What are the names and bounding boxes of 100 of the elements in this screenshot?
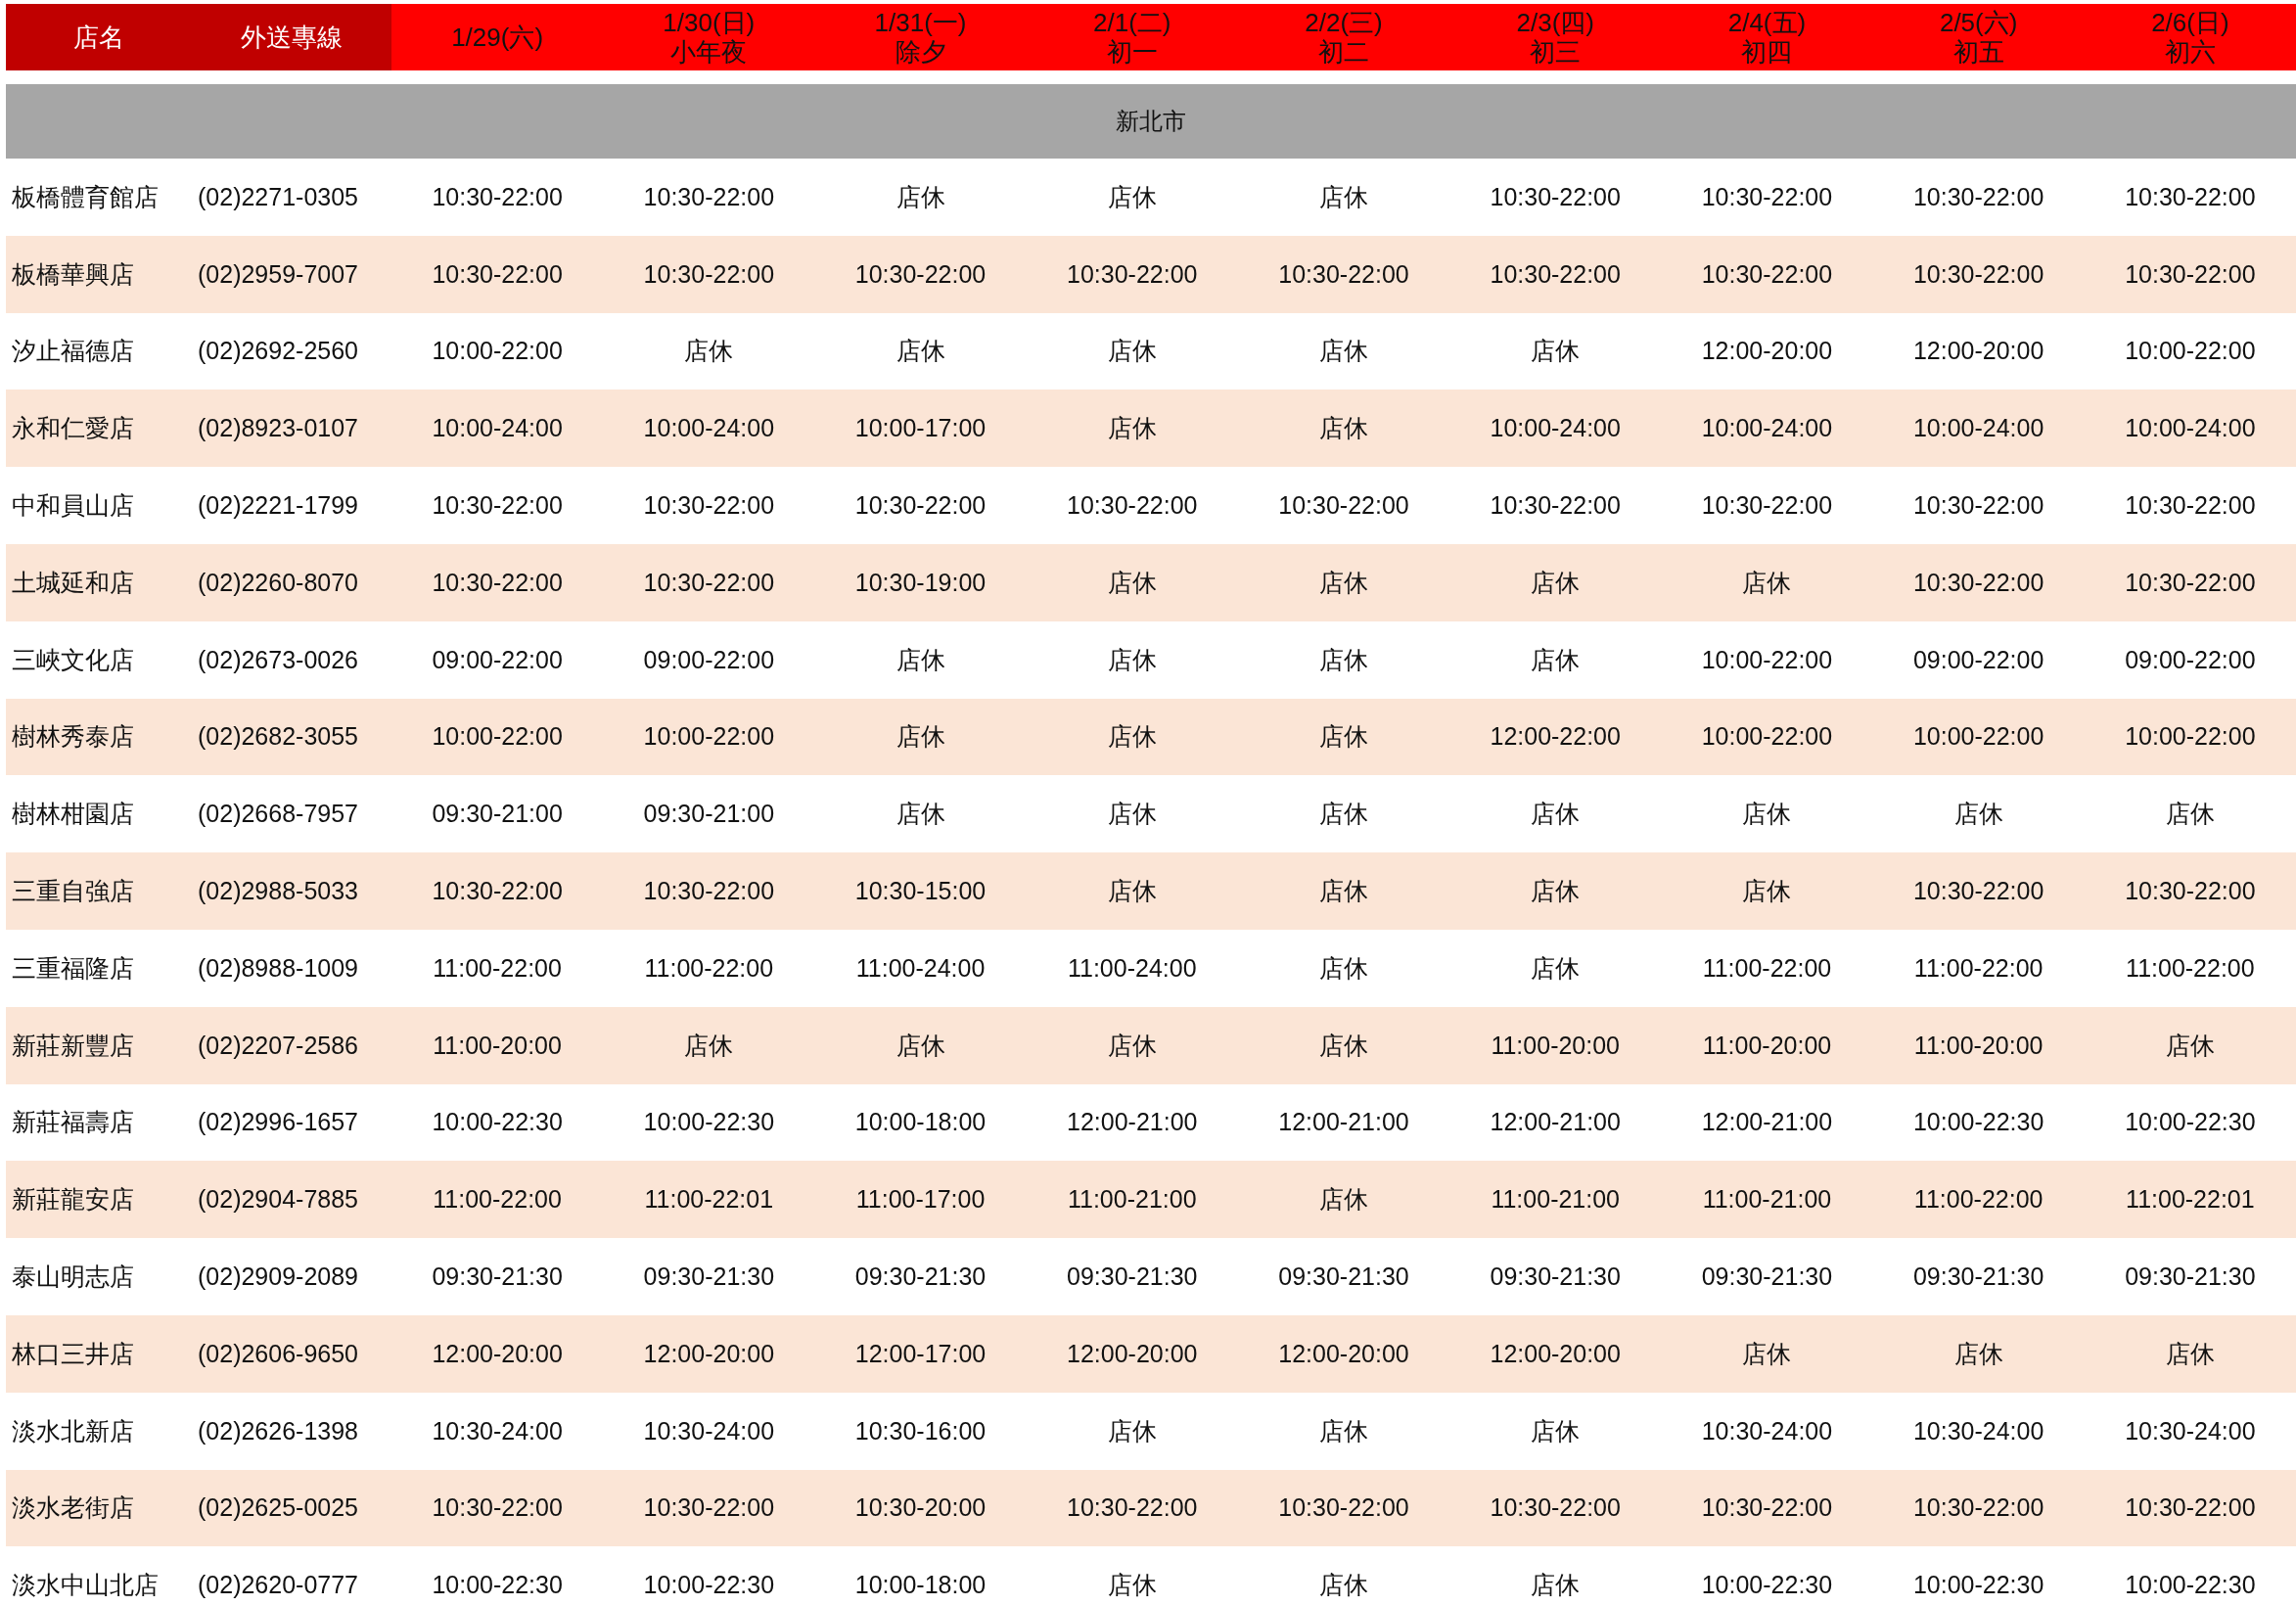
table-cell-text: 10:30-22:00 bbox=[853, 491, 987, 521]
table-cell-text: 12:00-21:00 bbox=[1700, 1108, 1834, 1137]
table-cell-text: (02)2909-2089 bbox=[197, 1262, 359, 1292]
table-cell-text: 土城延和店 bbox=[11, 567, 135, 598]
table-cell-text: 10:30-22:00 bbox=[1911, 568, 2045, 597]
table-cell-text: 12:00-20:00 bbox=[1277, 1339, 1410, 1368]
column-header: 2/1(二) 初一 bbox=[1026, 4, 1238, 70]
table-cell-text: 店休 bbox=[683, 1030, 735, 1061]
table-cell-text: 10:30-22:00 bbox=[1066, 1493, 1199, 1523]
table-cell-text: 10:30-22:00 bbox=[642, 568, 776, 597]
table-cell-text: 板橋華興店 bbox=[11, 258, 135, 290]
table-cell-text: 店休 bbox=[895, 1030, 946, 1061]
table-cell-text: 10:00-17:00 bbox=[853, 414, 987, 443]
table-cell-text: 店休 bbox=[1530, 567, 1582, 598]
column-header: 1/31(一) 除夕 bbox=[814, 4, 1027, 70]
table-cell-text: 店休 bbox=[1318, 1184, 1369, 1216]
table-cell-text: 店休 bbox=[1741, 1338, 1793, 1369]
table-cell-text: 09:30-21:30 bbox=[1489, 1262, 1622, 1292]
table-cell-text: 店休 bbox=[2164, 1338, 2216, 1369]
table-cell-text: 10:30-22:00 bbox=[431, 259, 564, 289]
column-header: 2/6(日) 初六 bbox=[2084, 4, 2296, 70]
table-cell-text: 10:30-19:00 bbox=[853, 568, 987, 597]
table-cell-text: 店休 bbox=[2164, 1030, 2216, 1061]
table-cell-text: 11:00-21:00 bbox=[1066, 1185, 1198, 1215]
table-cell-text: 10:30-22:00 bbox=[1911, 491, 2045, 521]
table-cell-text: 店休 bbox=[895, 181, 946, 212]
table-cell-text: 11:00-22:00 bbox=[1912, 1185, 2044, 1215]
table-cell-text: 10:00-22:30 bbox=[1911, 1108, 2045, 1137]
table-cell-text: 12:00-21:00 bbox=[1277, 1108, 1410, 1137]
table-cell-text: 12:00-22:00 bbox=[1489, 722, 1622, 752]
table-cell-text: 09:30-21:30 bbox=[1700, 1262, 1834, 1292]
table-cell-text: 11:00-22:00 bbox=[1701, 953, 1833, 983]
table-cell-text: 12:00-17:00 bbox=[853, 1339, 987, 1368]
table-cell-text: 10:30-22:00 bbox=[431, 182, 564, 211]
table-cell-text: (02)2996-1657 bbox=[197, 1108, 359, 1137]
table-cell-text: (02)2260-8070 bbox=[197, 568, 359, 597]
column-header: 2/2(三) 初二 bbox=[1237, 4, 1450, 70]
table-cell-text: 10:00-22:30 bbox=[642, 1108, 776, 1137]
table-cell-text: 10:30-22:00 bbox=[2124, 182, 2257, 211]
column-header: 2/5(六) 初五 bbox=[1872, 4, 2085, 70]
table-cell-text: 10:00-24:00 bbox=[642, 414, 776, 443]
table-cell-text: 店休 bbox=[1318, 952, 1369, 984]
table-cell-text: 10:00-18:00 bbox=[853, 1108, 987, 1137]
table-cell-text: 10:30-20:00 bbox=[853, 1493, 987, 1523]
table-cell-text: 店休 bbox=[1530, 644, 1582, 675]
table-cell-text: 店休 bbox=[1741, 876, 1793, 907]
table-cell-text: 09:00-22:00 bbox=[642, 645, 776, 674]
table-cell-text: 店休 bbox=[1318, 876, 1369, 907]
table-cell-text: 店休 bbox=[1318, 1030, 1369, 1061]
table-cell-text: 店休 bbox=[1741, 799, 1793, 830]
table-cell-text: 店休 bbox=[895, 644, 946, 675]
table-cell-text: (02)2221-1799 bbox=[197, 491, 359, 521]
table-cell-text: 10:30-22:00 bbox=[1700, 1493, 1834, 1523]
table-cell-text: 11:00-20:00 bbox=[1912, 1031, 2044, 1060]
table-cell-text: 09:00-22:00 bbox=[431, 645, 564, 674]
table-cell-text: 10:30-22:00 bbox=[2124, 1493, 2257, 1523]
table-cell-text: 10:00-24:00 bbox=[1700, 414, 1834, 443]
table-cell-text: 10:30-22:00 bbox=[1911, 877, 2045, 906]
table-cell-text: 店休 bbox=[1318, 181, 1369, 212]
table-cell-text: (02)2682-3055 bbox=[197, 722, 359, 752]
region-header: 新北市 bbox=[6, 84, 2296, 159]
table-cell-text: 11:00-22:00 bbox=[432, 1185, 563, 1215]
table-cell-text: 汐止福德店 bbox=[11, 336, 135, 367]
table-cell-text: 三重福隆店 bbox=[11, 952, 135, 984]
table-cell-text: 10:30-22:00 bbox=[1489, 182, 1622, 211]
table-cell-text: (02)2606-9650 bbox=[197, 1339, 359, 1368]
table-cell-text: 10:00-22:30 bbox=[642, 1571, 776, 1600]
table-cell-text: 泰山明志店 bbox=[11, 1262, 135, 1293]
table-cell-text: 11:00-17:00 bbox=[854, 1185, 987, 1215]
table-cell-text: 10:30-22:00 bbox=[1700, 491, 1834, 521]
table-cell-text: 10:30-22:00 bbox=[1700, 182, 1834, 211]
table-cell-text: 店休 bbox=[1106, 644, 1158, 675]
table-cell-text: 10:30-22:00 bbox=[2124, 491, 2257, 521]
table-cell-text: 10:30-24:00 bbox=[2124, 1416, 2257, 1445]
table-cell-text: 10:30-22:00 bbox=[642, 1493, 776, 1523]
column-header: 1/30(日) 小年夜 bbox=[603, 4, 815, 70]
table-cell-text: 10:30-22:00 bbox=[1066, 491, 1199, 521]
table-cell-text: 店休 bbox=[1106, 336, 1158, 367]
table-cell-text: 10:30-24:00 bbox=[1700, 1416, 1834, 1445]
table-cell-text: 淡水老街店 bbox=[11, 1492, 135, 1524]
table-cell-text: 10:30-22:00 bbox=[1911, 259, 2045, 289]
table-cell-text: 10:30-22:00 bbox=[431, 568, 564, 597]
table-cell-text: 10:30-22:00 bbox=[1700, 259, 1834, 289]
table-cell-text: 林口三井店 bbox=[11, 1338, 135, 1369]
table-cell-text: 10:30-24:00 bbox=[642, 1416, 776, 1445]
table-cell-text: 店休 bbox=[1530, 876, 1582, 907]
table-cell-text: 店休 bbox=[1318, 799, 1369, 830]
table-cell-text: 10:00-24:00 bbox=[1489, 414, 1622, 443]
table-cell-text: (02)2625-0025 bbox=[197, 1493, 359, 1523]
table-cell-text: (02)8923-0107 bbox=[197, 414, 359, 443]
table-cell-text: 中和員山店 bbox=[11, 490, 135, 522]
table-cell-text: 10:00-22:00 bbox=[1911, 722, 2045, 752]
table-cell-text: (02)2668-7957 bbox=[197, 800, 359, 829]
table-cell-text: 10:30-22:00 bbox=[642, 877, 776, 906]
table-cell-text: 10:00-24:00 bbox=[1911, 414, 2045, 443]
table-cell-text: 09:30-21:30 bbox=[642, 1262, 776, 1292]
table-cell-text: 09:30-21:30 bbox=[1277, 1262, 1410, 1292]
table-cell-text: 10:00-24:00 bbox=[2124, 414, 2257, 443]
table-cell-text: 店休 bbox=[1318, 1570, 1369, 1601]
table-cell-text: 11:00-22:00 bbox=[643, 953, 775, 983]
